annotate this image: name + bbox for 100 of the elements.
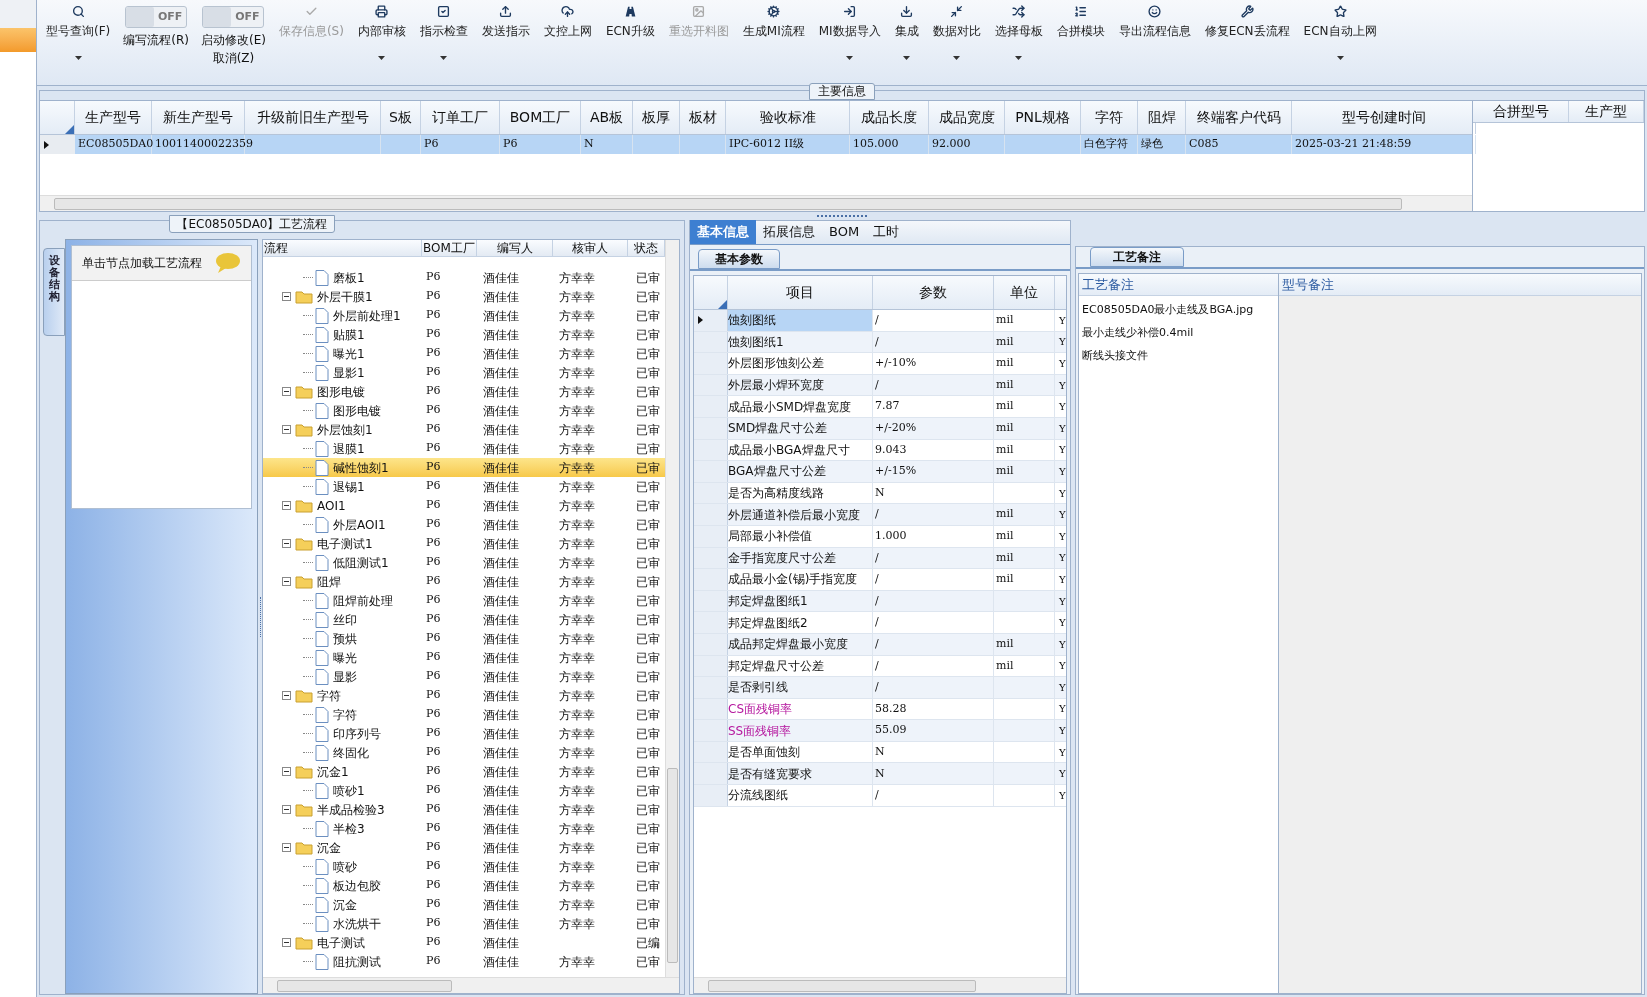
tree-row[interactable]: 曝光 P6 酒佳佳 方幸幸 已审	[263, 648, 665, 667]
column-header[interactable]: 型号创建时间	[1341, 107, 1426, 128]
toggle-switch[interactable]: OFF	[125, 6, 188, 28]
tree-row[interactable]: 外层前处理1 P6 酒佳佳 方幸幸 已审	[263, 306, 665, 325]
collapse-toggle[interactable]	[282, 577, 291, 586]
column-header[interactable]: 升级前旧生产型号	[256, 107, 369, 128]
column-header[interactable]: BOM工厂	[509, 107, 571, 128]
tree-row[interactable]: 外层干膜1 P6 酒佳佳 方幸幸 已审	[263, 287, 665, 306]
tree-row[interactable]: 显影1 P6 酒佳佳 方幸幸 已审	[263, 363, 665, 382]
collapse-toggle[interactable]	[282, 938, 291, 947]
toggle-label[interactable]: 取消(Z)	[212, 49, 255, 67]
horizontal-scrollbar[interactable]	[694, 977, 1066, 993]
subtab[interactable]: 基本参数	[698, 249, 780, 269]
tree-row[interactable]: AOI1 P6 酒佳佳 方幸幸 已审	[263, 496, 665, 515]
column-header[interactable]: 验收标准	[759, 107, 816, 128]
toolbar-button[interactable]: 指示检查	[412, 0, 475, 66]
toolbar-button[interactable]: 合拼模块	[1049, 0, 1112, 66]
collapse-toggle[interactable]	[282, 292, 291, 301]
table-row[interactable]: 邦定焊盘图纸2 / Y	[694, 612, 1066, 634]
tree-row[interactable]: 印序列号 P6 酒佳佳 方幸幸 已审	[263, 724, 665, 743]
toggle-switch[interactable]: OFF	[202, 6, 265, 28]
horizontal-scrollbar[interactable]	[40, 195, 1472, 211]
column-header[interactable]: 型号备注	[1282, 274, 1334, 295]
collapse-toggle[interactable]	[282, 805, 291, 814]
tree-row[interactable]: 低阻测试1 P6 酒佳佳 方幸幸 已审	[263, 553, 665, 572]
tree-row[interactable]: 预烘 P6 酒佳佳 方幸幸 已审	[263, 629, 665, 648]
toolbar-button[interactable]: 数据对比	[925, 0, 988, 66]
tree-row[interactable]: 外层蚀刻1 P6 酒佳佳 方幸幸 已审	[263, 420, 665, 439]
subtab[interactable]: 工艺备注	[1090, 247, 1184, 267]
column-header[interactable]: PNL规格	[1015, 107, 1070, 128]
column-header[interactable]: 板材	[688, 107, 717, 128]
table-row[interactable]: 外层通道补偿后最小宽度 / mil Y	[694, 504, 1066, 526]
side-tab[interactable]: 设备结构	[43, 248, 65, 336]
tree-row[interactable]: 沉金 P6 酒佳佳 方幸幸 已审	[263, 838, 665, 857]
table-row[interactable]: 邦定焊盘图纸1 / Y	[694, 590, 1066, 613]
table-row[interactable]: BGA焊盘尺寸公差 +/-15% mil Y	[694, 461, 1066, 483]
tree-row[interactable]: 半成品检验3 P6 酒佳佳 方幸幸 已审	[263, 800, 665, 819]
tree-row[interactable]: 阻焊 P6 酒佳佳 方幸幸 已审	[263, 572, 665, 591]
table-row[interactable]: SMD焊盘尺寸公差 +/-20% mil Y	[694, 417, 1066, 440]
tree-row[interactable]: 喷砂1 P6 酒佳佳 方幸幸 已审	[263, 781, 665, 800]
column-header[interactable]: 订单工厂	[432, 107, 488, 128]
tab[interactable]: 基本信息	[690, 220, 756, 244]
tree-row[interactable]: 板边包胶 P6 酒佳佳 方幸幸 已审	[263, 876, 665, 895]
column-header[interactable]: 编写人	[496, 240, 533, 257]
table-row[interactable]: 是否单面蚀刻 N Y	[694, 741, 1066, 764]
tree-row[interactable]: 字符 P6 酒佳佳 方幸幸 已审	[263, 686, 665, 705]
collapse-toggle[interactable]	[282, 501, 291, 510]
table-row[interactable]: SS面残铜率 55.09 Y	[694, 720, 1066, 742]
column-header[interactable]: 流程	[264, 240, 288, 257]
tab[interactable]: 工时	[866, 220, 907, 244]
tab[interactable]: 拓展信息	[756, 220, 822, 244]
tab[interactable]: BOM	[822, 220, 867, 244]
tree-row[interactable]: 水洗烘干 P6 酒佳佳 方幸幸 已审	[263, 914, 665, 933]
table-row[interactable]: 是否有缝宽要求 N Y	[694, 763, 1066, 786]
table-row[interactable]: 成品最小金(锡)手指宽度 / mil Y	[694, 569, 1066, 591]
column-header[interactable]: 生产型号	[85, 107, 141, 128]
column-header[interactable]: 单位	[1010, 282, 1038, 303]
tree-row[interactable]: 曝光1 P6 酒佳佳 方幸幸 已审	[263, 344, 665, 363]
column-header[interactable]: BOM工厂	[423, 240, 475, 257]
column-header[interactable]: 核审人	[572, 240, 608, 257]
toolbar-button[interactable]: 内部审核	[350, 0, 413, 66]
toolbar-button[interactable]: 生成MI流程	[735, 0, 812, 66]
toolbar-button[interactable]: 选择母板	[987, 0, 1050, 66]
column-header[interactable]: 成品长度	[861, 107, 917, 128]
table-row[interactable]: 成品邦定焊盘最小宽度 / mil Y	[694, 633, 1066, 656]
tree-row[interactable]: 碱性蚀刻1 P6 酒佳佳 方幸幸 已审	[263, 458, 665, 477]
tree-row[interactable]: 终固化 P6 酒佳佳 方幸幸 已审	[263, 743, 665, 762]
vertical-scrollbar[interactable]	[665, 240, 679, 977]
table-row[interactable]: 外层最小焊环宽度 / mil Y	[694, 374, 1066, 397]
table-row[interactable]: 分流线图纸 / Y	[694, 785, 1066, 807]
collapse-toggle[interactable]	[282, 767, 291, 776]
column-header[interactable]: 参数	[919, 282, 947, 303]
tree-row[interactable]: 字符 P6 酒佳佳 方幸幸 已审	[263, 705, 665, 724]
toolbar-button[interactable]: 集成	[887, 0, 926, 66]
toolbar-button[interactable]: 型号查询(F)	[39, 0, 118, 66]
column-header[interactable]: 项目	[786, 282, 814, 303]
column-header[interactable]: 终端客户代码	[1196, 107, 1281, 128]
tree-row[interactable]: 阻抗测试 P6 酒佳佳 方幸幸 已审	[263, 952, 665, 971]
tree-row[interactable]: 显影 P6 酒佳佳 方幸幸 已审	[263, 667, 665, 686]
tree-row[interactable]: 退锡1 P6 酒佳佳 方幸幸 已审	[263, 477, 665, 496]
table-row[interactable]: 成品最小BGA焊盘尺寸 9.043 mil Y	[694, 439, 1066, 462]
tree-row[interactable]: 丝印 P6 酒佳佳 方幸幸 已审	[263, 610, 665, 629]
horizontal-scrollbar[interactable]	[263, 977, 679, 993]
table-row[interactable]: 金手指宽度尺寸公差 / mil Y	[694, 547, 1066, 570]
table-row[interactable]: 蚀刻图纸1 / mil Y	[694, 331, 1066, 354]
tree-row[interactable]: 图形电镀 P6 酒佳佳 方幸幸 已审	[263, 401, 665, 420]
table-row[interactable]: 外层图形蚀刻公差 +/-10% mil Y	[694, 353, 1066, 375]
toolbar-button[interactable]: 发送指示	[474, 0, 537, 66]
tree-row[interactable]: 电子测试 P6 酒佳佳 已编	[263, 933, 665, 952]
column-header[interactable]: 合拼型号	[1492, 101, 1549, 122]
table-row[interactable]: 蚀刻图纸 / mil Y	[694, 310, 1066, 332]
table-row[interactable]: 邦定焊盘尺寸公差 / mil Y	[694, 655, 1066, 678]
tree-row[interactable]: 磨板1 P6 酒佳佳 方幸幸 已审	[263, 268, 665, 287]
toolbar-button[interactable]: 文控上网	[536, 0, 599, 66]
toolbar-button[interactable]: MI数据导入	[811, 0, 888, 66]
tree-row[interactable]: 图形电镀 P6 酒佳佳 方幸幸 已审	[263, 382, 665, 401]
column-header[interactable]: 字符	[1095, 107, 1123, 128]
toolbar-button[interactable]: ECN升级	[598, 0, 662, 66]
collapse-toggle[interactable]	[282, 691, 291, 700]
column-header[interactable]: 板厚	[642, 107, 670, 128]
